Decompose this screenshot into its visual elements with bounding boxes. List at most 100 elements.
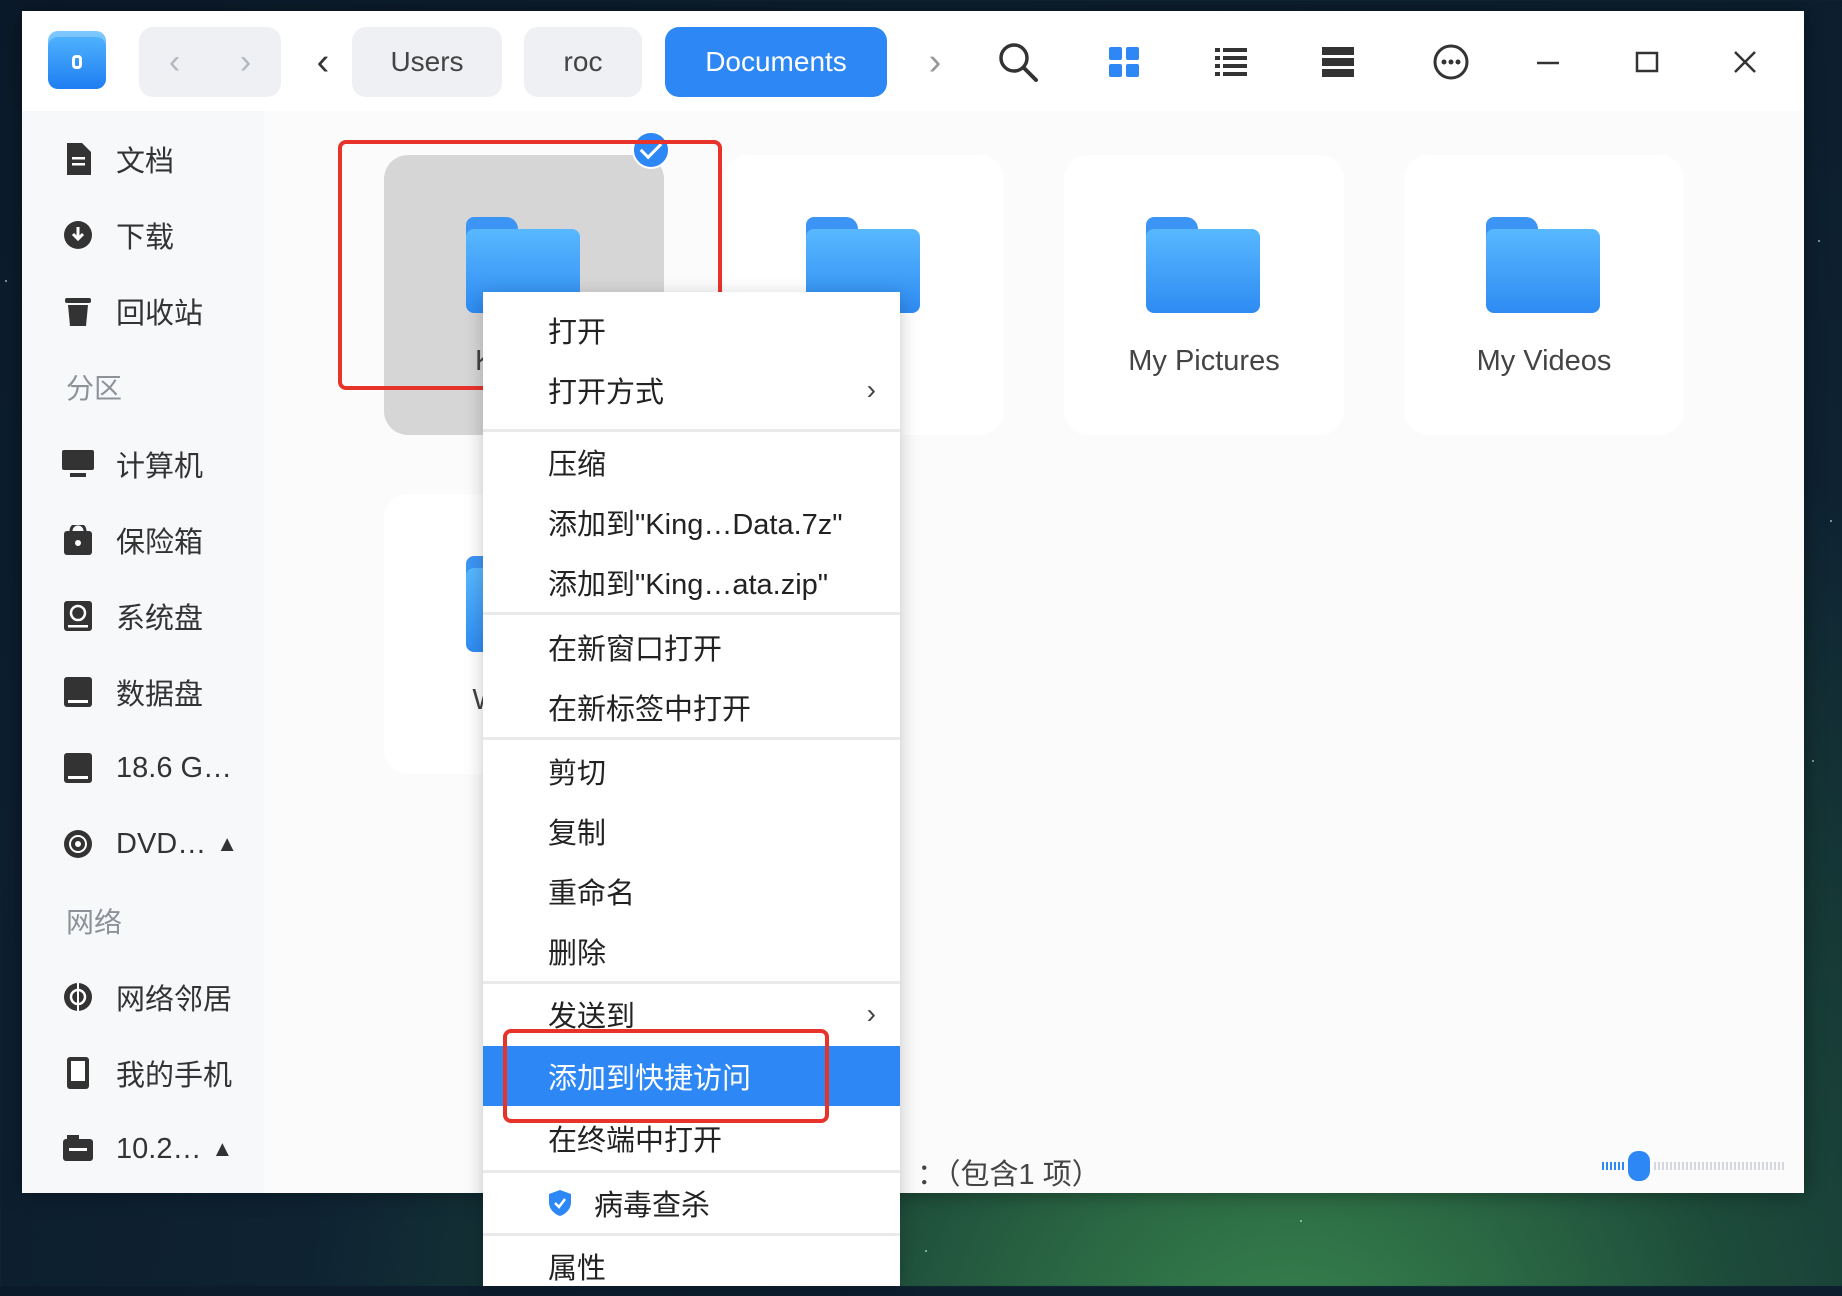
folder-icon xyxy=(1146,217,1260,313)
menu-item-properties[interactable]: 属性 xyxy=(483,1236,900,1296)
sidebar: 文档 下载 回收站 分区 计算机 保险箱 系统盘 数据盘 18.6 G… DVD… xyxy=(22,111,264,1193)
menu-item-open-new-window[interactable]: 在新窗口打开 xyxy=(483,617,900,677)
menu-item-delete[interactable]: 删除 xyxy=(483,921,900,981)
chevron-right-icon: › xyxy=(866,374,876,405)
sidebar-group-partition: 分区 xyxy=(66,373,123,404)
forward-button[interactable]: › xyxy=(210,27,281,97)
menu-item-label: 打开 xyxy=(548,317,607,349)
sidebar-item-label: DVD… xyxy=(116,827,207,860)
menu-item-open-new-tab[interactable]: 在新标签中打开 xyxy=(483,677,900,737)
sidebar-item-label: 计算机 xyxy=(116,451,204,483)
sidebar-item-label: 18.6 G… xyxy=(116,751,233,784)
sidebar-item-dvd[interactable]: DVD… ▲ xyxy=(62,814,238,874)
phone-icon xyxy=(62,1057,94,1089)
more-icon[interactable] xyxy=(1416,27,1486,97)
zoom-slider-track xyxy=(1602,1162,1624,1170)
detail-view-icon[interactable] xyxy=(1303,27,1373,97)
system-disk-icon xyxy=(62,600,94,632)
menu-item-label: 添加到"King…Data.7z" xyxy=(548,509,843,541)
smb-icon xyxy=(62,1133,94,1165)
sidebar-item-label: 数据盘 xyxy=(116,679,204,711)
data-disk-icon xyxy=(62,676,94,708)
menu-item-add-to-7z[interactable]: 添加到"King…Data.7z" xyxy=(483,492,900,552)
sidebar-item-system-disk[interactable]: 系统盘 xyxy=(62,586,203,646)
sidebar-item-computer[interactable]: 计算机 xyxy=(62,434,203,494)
computer-icon xyxy=(62,448,94,480)
menu-item-label: 剪切 xyxy=(548,758,607,790)
menu-item-label: 在终端中打开 xyxy=(548,1125,723,1157)
sidebar-item-label: 10.2… xyxy=(116,1132,202,1165)
menu-item-label: 在新标签中打开 xyxy=(548,694,752,726)
folder-name: My Pictures xyxy=(1128,345,1280,377)
disk-icon xyxy=(62,752,94,784)
menu-item-rename[interactable]: 重命名 xyxy=(483,861,900,921)
breadcrumb-users[interactable]: Users xyxy=(352,27,502,97)
status-bar-text: ：（包含1 项） xyxy=(917,1151,1101,1193)
sidebar-item-label: 网络邻居 xyxy=(116,984,233,1016)
breadcrumb-next-button[interactable]: › xyxy=(915,27,955,97)
history-nav: ‹ › xyxy=(139,27,281,97)
zoom-slider-handle xyxy=(1628,1151,1650,1181)
trash-icon xyxy=(62,295,94,327)
menu-item-virus-scan[interactable]: 病毒查杀 xyxy=(483,1173,900,1233)
sidebar-item-label: 下载 xyxy=(116,222,175,254)
breadcrumb-documents[interactable]: Documents xyxy=(665,27,887,97)
zoom-slider[interactable] xyxy=(1602,1151,1788,1181)
annotation-box-quick-access xyxy=(503,1029,829,1123)
menu-item-compress[interactable]: 压缩 xyxy=(483,432,900,492)
menu-item-label: 复制 xyxy=(548,818,607,850)
chevron-right-icon: › xyxy=(866,998,876,1029)
list-view-icon[interactable] xyxy=(1196,27,1266,97)
dvd-icon xyxy=(62,828,94,860)
network-icon xyxy=(62,981,94,1013)
minimize-icon[interactable] xyxy=(1513,27,1583,97)
sidebar-item-label: 回收站 xyxy=(116,298,204,330)
menu-item-label: 重命名 xyxy=(548,878,636,910)
app-logo-icon xyxy=(48,31,106,89)
menu-item-copy[interactable]: 复制 xyxy=(483,801,900,861)
menu-item-add-to-zip[interactable]: 添加到"King…ata.zip" xyxy=(483,552,900,612)
menu-item-label: 删除 xyxy=(548,938,607,970)
sidebar-item-my-phone[interactable]: 我的手机 xyxy=(62,1043,232,1103)
sidebar-item-disk-18g[interactable]: 18.6 G… xyxy=(62,738,232,798)
maximize-icon[interactable] xyxy=(1612,27,1682,97)
menu-item-label: 属性 xyxy=(548,1253,607,1285)
menu-item-label: 添加到"King…ata.zip" xyxy=(548,569,829,601)
titlebar: ‹ › ‹ Users roc Documents › xyxy=(22,11,1804,111)
context-menu: 打开 打开方式 › 压缩 添加到"King…Data.7z" 添加到"King…a… xyxy=(483,292,900,1286)
folder-icon xyxy=(1486,217,1600,313)
eject-icon[interactable]: ▲ xyxy=(211,1136,233,1162)
menu-item-open-with[interactable]: 打开方式 › xyxy=(483,360,900,420)
menu-item-label: 病毒查杀 xyxy=(594,1190,711,1222)
sidebar-item-label: 我的手机 xyxy=(116,1060,233,1092)
sidebar-item-data-disk[interactable]: 数据盘 xyxy=(62,662,203,722)
folder-name: My Videos xyxy=(1476,345,1612,377)
sidebar-item-trash[interactable]: 回收站 xyxy=(62,281,203,341)
folder-item[interactable]: My Videos xyxy=(1404,155,1684,435)
folder-item[interactable]: My Pictures xyxy=(1064,155,1344,435)
eject-icon[interactable]: ▲ xyxy=(216,831,238,857)
sidebar-item-smb-share[interactable]: 10.2… ▲ xyxy=(62,1119,233,1179)
sidebar-item-label: 系统盘 xyxy=(116,603,204,635)
status-count: （包含1 项） xyxy=(946,1159,1101,1191)
search-icon[interactable] xyxy=(983,27,1053,97)
sidebar-item-documents[interactable]: 文档 xyxy=(62,129,174,189)
menu-separator xyxy=(483,612,900,615)
menu-item-label: 在新窗口打开 xyxy=(548,634,723,666)
menu-item-label: 压缩 xyxy=(548,449,607,481)
sidebar-item-downloads[interactable]: 下载 xyxy=(62,205,174,265)
status-prefix: ： xyxy=(917,1159,947,1191)
icon-view-icon[interactable] xyxy=(1089,27,1159,97)
sidebar-item-network-neighbors[interactable]: 网络邻居 xyxy=(62,967,232,1027)
sidebar-item-label: 文档 xyxy=(116,146,175,178)
sidebar-item-safe[interactable]: 保险箱 xyxy=(62,510,203,570)
close-icon[interactable] xyxy=(1710,27,1780,97)
sidebar-item-label: 保险箱 xyxy=(116,527,204,559)
back-button[interactable]: ‹ xyxy=(139,27,210,97)
menu-item-cut[interactable]: 剪切 xyxy=(483,741,900,801)
breadcrumb-prev-button[interactable]: ‹ xyxy=(303,27,343,97)
breadcrumb-roc[interactable]: roc xyxy=(524,27,642,97)
menu-item-label: 打开方式 xyxy=(548,377,665,409)
document-icon xyxy=(62,143,94,175)
menu-item-open[interactable]: 打开 xyxy=(483,300,900,360)
